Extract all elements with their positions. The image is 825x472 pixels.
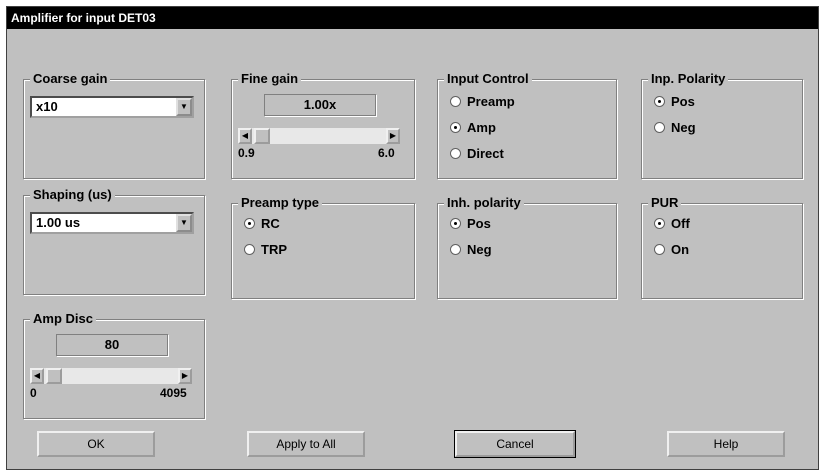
chevron-down-icon[interactable]: ▼ xyxy=(176,214,192,232)
pur-group: PUR Off On xyxy=(641,195,803,299)
radio-selected-icon xyxy=(244,218,255,230)
fine-gain-max: 6.0 xyxy=(378,146,395,160)
amplifier-dialog: Amplifier for input DET03 Coarse gain x1… xyxy=(6,6,819,470)
radio-circle-icon xyxy=(450,96,461,108)
slider-left-arrow-icon[interactable]: ◀ xyxy=(30,368,44,384)
shaping-label: Shaping (us) xyxy=(30,187,115,202)
radio-inh-pos-label: Pos xyxy=(467,216,491,231)
fine-gain-group: Fine gain 1.00x ◀ ▶ 0.9 6.0 xyxy=(231,71,415,179)
radio-direct-label: Direct xyxy=(467,146,504,161)
radio-pur-off-label: Off xyxy=(671,216,690,231)
pur-label: PUR xyxy=(648,195,682,210)
radio-circle-icon xyxy=(654,244,665,256)
coarse-gain-label: Coarse gain xyxy=(30,71,111,86)
radio-inp-neg[interactable]: Neg xyxy=(654,120,696,136)
inh-polarity-label: Inh. polarity xyxy=(444,195,524,210)
radio-amp-label: Amp xyxy=(467,120,496,135)
cancel-button[interactable]: Cancel xyxy=(454,430,576,458)
amp-disc-slider[interactable]: ◀ ▶ xyxy=(30,368,192,384)
radio-trp[interactable]: TRP xyxy=(244,242,287,258)
inh-polarity-group: Inh. polarity Pos Neg xyxy=(437,195,617,299)
help-button[interactable]: Help xyxy=(667,431,785,457)
window-title: Amplifier for input DET03 xyxy=(7,7,818,29)
fine-gain-slider-thumb[interactable] xyxy=(254,128,270,144)
inp-polarity-group: Inp. Polarity Pos Neg xyxy=(641,71,803,179)
amp-disc-value: 80 xyxy=(56,334,168,356)
radio-circle-icon xyxy=(450,244,461,256)
chevron-down-icon[interactable]: ▼ xyxy=(176,98,192,116)
radio-pur-off[interactable]: Off xyxy=(654,216,690,232)
shaping-group: Shaping (us) 1.00 us ▼ xyxy=(23,187,205,295)
coarse-gain-group: Coarse gain x10 ▼ xyxy=(23,71,205,179)
amp-disc-group: Amp Disc 80 ◀ ▶ 0 4095 xyxy=(23,311,205,419)
amp-disc-slider-thumb[interactable] xyxy=(46,368,62,384)
amp-disc-max: 4095 xyxy=(160,386,187,400)
radio-inp-pos[interactable]: Pos xyxy=(654,94,695,110)
inp-polarity-label: Inp. Polarity xyxy=(648,71,729,86)
slider-right-arrow-icon[interactable]: ▶ xyxy=(178,368,192,384)
radio-selected-icon xyxy=(654,96,665,108)
radio-preamp-label: Preamp xyxy=(467,94,515,109)
radio-inh-pos[interactable]: Pos xyxy=(450,216,491,232)
ok-button[interactable]: OK xyxy=(37,431,155,457)
shaping-value: 1.00 us xyxy=(36,215,81,230)
preamp-type-group: Preamp type RC TRP xyxy=(231,195,415,299)
radio-circle-icon xyxy=(244,244,255,256)
radio-amp[interactable]: Amp xyxy=(450,120,496,136)
fine-gain-slider[interactable]: ◀ ▶ xyxy=(238,128,400,144)
apply-to-all-button[interactable]: Apply to All xyxy=(247,431,365,457)
radio-inp-neg-label: Neg xyxy=(671,120,696,135)
radio-selected-icon xyxy=(654,218,665,230)
radio-inp-pos-label: Pos xyxy=(671,94,695,109)
radio-trp-label: TRP xyxy=(261,242,287,257)
fine-gain-min: 0.9 xyxy=(238,146,255,160)
radio-pur-on-label: On xyxy=(671,242,690,257)
coarse-gain-value: x10 xyxy=(36,99,58,114)
slider-left-arrow-icon[interactable]: ◀ xyxy=(238,128,252,144)
fine-gain-label: Fine gain xyxy=(238,71,302,86)
radio-selected-icon xyxy=(450,122,461,134)
slider-right-arrow-icon[interactable]: ▶ xyxy=(386,128,400,144)
input-control-label: Input Control xyxy=(444,71,532,86)
radio-inh-neg-label: Neg xyxy=(467,242,492,257)
amp-disc-label: Amp Disc xyxy=(30,311,96,326)
radio-inh-neg[interactable]: Neg xyxy=(450,242,492,258)
amp-disc-min: 0 xyxy=(30,386,37,400)
radio-direct[interactable]: Direct xyxy=(450,146,504,162)
radio-preamp[interactable]: Preamp xyxy=(450,94,515,110)
radio-rc[interactable]: RC xyxy=(244,216,280,232)
shaping-select[interactable]: 1.00 us ▼ xyxy=(30,212,194,234)
radio-circle-icon xyxy=(654,122,665,134)
radio-selected-icon xyxy=(450,218,461,230)
radio-pur-on[interactable]: On xyxy=(654,242,689,258)
coarse-gain-select[interactable]: x10 ▼ xyxy=(30,96,194,118)
preamp-type-label: Preamp type xyxy=(238,195,323,210)
radio-circle-icon xyxy=(450,148,461,160)
input-control-group: Input Control Preamp Amp Direct xyxy=(437,71,617,179)
fine-gain-value: 1.00x xyxy=(264,94,376,116)
radio-rc-label: RC xyxy=(261,216,280,231)
